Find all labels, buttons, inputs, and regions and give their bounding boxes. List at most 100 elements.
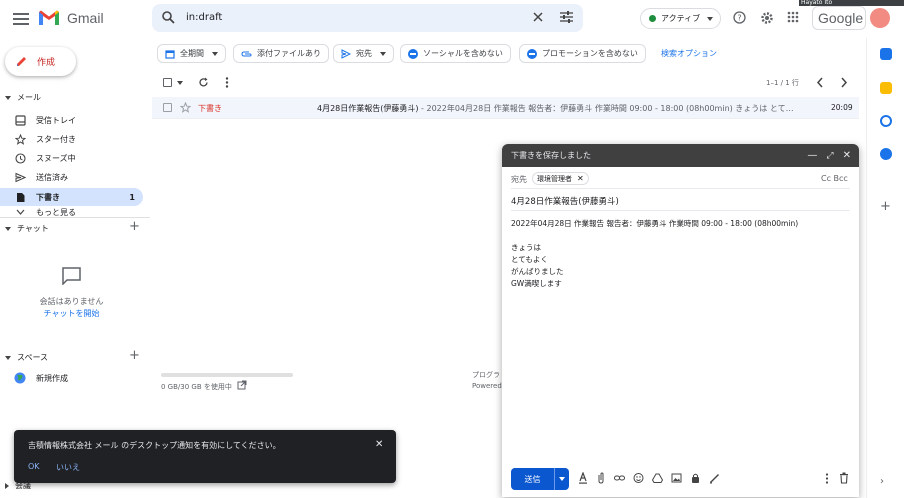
drive-icon[interactable] [652,472,663,484]
get-addons-icon[interactable]: + [880,199,891,214]
close-icon[interactable]: ✕ [375,439,383,450]
period-filter-label: 全期間 [180,49,204,58]
program-policy-text[interactable]: プログラ [472,370,500,380]
gmail-logo-icon[interactable] [38,9,60,27]
period-filter-chip[interactable]: 全期間 [157,44,226,63]
inbox-icon [15,114,26,126]
next-page-icon[interactable] [840,77,848,88]
avatar[interactable] [870,8,890,28]
signature-icon[interactable] [709,472,720,484]
add-space-icon[interactable]: + [129,348,140,363]
body-line: とてもよく [511,255,548,264]
refresh-icon[interactable] [198,77,209,88]
to-label: 宛先 [511,175,527,184]
search-options-icon[interactable] [560,11,573,23]
apps-grid-icon[interactable] [787,11,799,23]
attachment-filter-label: 添付ファイルあり [257,49,321,58]
select-caret-icon[interactable] [177,81,183,85]
link-icon[interactable] [614,472,625,484]
schedule-caret-icon[interactable] [559,477,565,481]
search-options-link[interactable]: 検索オプション [661,48,717,59]
select-all-checkbox[interactable] [163,78,172,87]
divider [511,188,850,189]
clear-search-icon[interactable] [532,11,544,23]
status-label: アクティブ [661,14,701,23]
sidebar-item-label: 受信トレイ [36,115,76,125]
mail-section-toggle[interactable]: メール [5,92,41,103]
table-row[interactable]: 下書き 4月28日作業報告(伊藤勇斗) - 2022年04月28日 作業報告 報… [152,97,859,119]
mail-section-label: メール [17,93,41,102]
sidebar-item-snoozed[interactable]: スヌーズ中 [0,149,143,167]
sidebar-item-drafts[interactable]: 下書き 1 [0,188,143,206]
main-menu-icon[interactable] [12,10,30,28]
to-filter-chip[interactable]: 宛先 [333,44,394,63]
discard-draft-icon[interactable] [839,472,849,484]
message-body[interactable]: 2022年04月28日 作業報告 報告者：伊藤勇斗 作業時間 09:00 - 1… [511,218,851,398]
paperclip-icon [241,51,252,56]
star-icon [15,133,26,145]
pencil-icon [17,57,26,66]
compose-label: 作成 [37,58,56,68]
chat-section-toggle[interactable]: チャット [5,223,49,234]
send-button[interactable]: 送信 [511,468,569,490]
caret-down-icon [707,16,714,21]
notification-snackbar: 吉積情報株式会社 メール のデスクトップ通知を有効にしてください。 ✕ OK い… [14,430,396,483]
confidential-icon[interactable] [690,472,701,484]
recipient-chip[interactable]: 環境管理者 ✕ [532,172,589,185]
sidebar-item-inbox[interactable]: 受信トレイ [0,111,143,129]
divider [511,210,850,211]
subject-field[interactable]: 4月28日作業報告(伊藤勇斗) [511,195,619,207]
cc-bcc-toggle[interactable]: Cc Bcc [821,174,848,183]
start-chat-link[interactable]: チャットを開始 [0,308,143,319]
keep-app-icon[interactable] [880,82,892,94]
expand-icon[interactable]: ⤢ [826,151,833,161]
add-chat-icon[interactable]: + [129,219,140,234]
emoji-icon[interactable] [633,472,644,484]
gear-icon[interactable] [760,11,774,25]
help-icon[interactable]: ? [733,11,746,24]
calendar-icon [165,49,175,59]
sidebar-item-more[interactable]: もっと見る [0,207,143,217]
new-space-item[interactable]: 新規作成 [14,372,68,384]
snackbar-no-button[interactable]: いいえ [56,462,80,473]
more-options-icon[interactable] [825,473,829,484]
more-options-icon[interactable] [225,77,229,88]
remove-recipient-icon[interactable]: ✕ [577,174,584,183]
sidebar-item-sent[interactable]: 送信済み [0,168,143,186]
exclude-social-chip[interactable]: ソーシャルを含めない [400,44,511,63]
compose-header[interactable]: 下書きを保存しました — ⤢ ✕ [502,144,859,167]
sidebar-item-label: スヌーズ中 [36,153,76,163]
collapse-caret-icon [5,226,11,231]
search-input[interactable]: in:draft [186,12,222,23]
recipient-name: 環境管理者 [537,174,572,183]
show-side-panel-icon[interactable]: › [880,476,884,487]
tasks-app-icon[interactable] [880,115,892,127]
row-checkbox[interactable] [163,103,172,112]
star-icon[interactable] [180,102,191,113]
calendar-app-icon[interactable] [880,48,892,60]
snackbar-message: 吉積情報株式会社 メール のデスクトップ通知を有効にしてください。 [28,441,281,450]
spaces-section-toggle[interactable]: スペース [5,352,48,363]
snackbar-ok-button[interactable]: OK [28,462,40,471]
compose-window: 下書きを保存しました — ⤢ ✕ 宛先 環境管理者 ✕ Cc Bcc 4月28日… [502,144,859,497]
close-icon[interactable]: ✕ [843,150,851,161]
clock-icon [15,152,26,164]
prev-page-icon[interactable] [816,77,824,88]
status-selector[interactable]: アクティブ [640,8,721,29]
new-space-label: 新規作成 [36,373,68,383]
attachment-filter-chip[interactable]: 添付ファイルあり [233,44,329,63]
search-icon[interactable] [162,11,175,24]
image-icon[interactable] [671,472,682,484]
send-icon [15,172,26,182]
attach-icon[interactable] [596,472,606,484]
google-account-button[interactable]: Google [812,6,866,30]
external-link-icon[interactable] [237,380,247,390]
contacts-app-icon[interactable] [880,148,892,160]
minimize-icon[interactable]: — [807,150,817,161]
exclude-promotions-chip[interactable]: プロモーションを含めない [519,44,646,63]
row-time: 20:09 [831,103,853,112]
sidebar-item-starred[interactable]: スター付き [0,130,143,148]
more-icon [16,209,25,215]
formatting-icon[interactable] [578,472,588,484]
compose-button[interactable]: 作成 [5,47,76,76]
